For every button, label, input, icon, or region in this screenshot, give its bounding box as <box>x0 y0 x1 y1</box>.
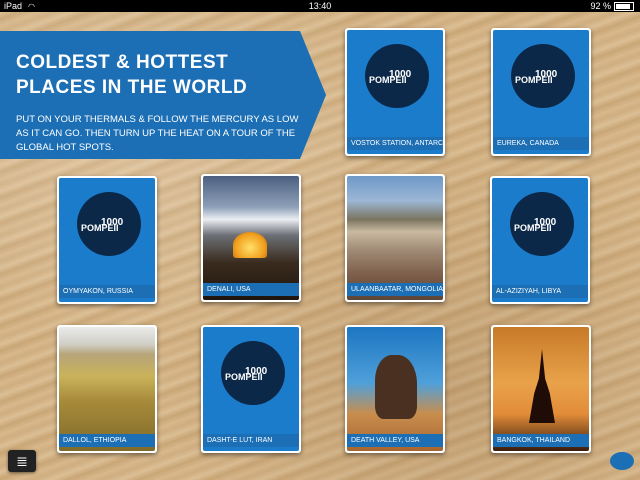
card-bangkok[interactable]: BANGKOK, THAILAND <box>491 325 591 453</box>
card-label: AL-AZIZIYAH, LIBYA <box>492 285 588 298</box>
tent-image <box>233 232 267 258</box>
card-label: OYMYAKON, RUSSIA <box>59 285 155 298</box>
page-title: COLDEST & HOTTEST PLACES IN THE WORLD <box>16 52 248 98</box>
cover-art-icon: POMPEII 1000 <box>221 341 285 405</box>
card-label: DENALI, USA <box>203 283 299 296</box>
card-label: DALLOL, ETHIOPIA <box>59 434 155 447</box>
cover-art-icon: POMPEII 1000 <box>77 192 141 256</box>
card-dasht-e-lut[interactable]: POMPEII 1000 DASHT-E LUT, IRAN <box>201 325 301 453</box>
card-label: DEATH VALLEY, USA <box>347 434 443 447</box>
card-ulaanbaatar[interactable]: ULAANBAATAR, MONGOLIA <box>345 174 445 302</box>
temple-image <box>529 349 555 423</box>
cover-art-icon: POMPEII 1000 <box>511 44 575 108</box>
card-eureka[interactable]: POMPEII 1000 EUREKA, CANADA <box>491 28 591 156</box>
card-al-aziziyah[interactable]: POMPEII 1000 AL-AZIZIYAH, LIBYA <box>490 176 590 304</box>
title-banner: COLDEST & HOTTEST PLACES IN THE WORLD PU… <box>0 31 326 159</box>
rock-image <box>375 355 417 419</box>
card-label: DASHT-E LUT, IRAN <box>203 434 299 447</box>
lonely-planet-logo <box>610 452 634 470</box>
status-bar: iPad ◠ 13:40 92 % <box>0 0 640 12</box>
card-death-valley[interactable]: DEATH VALLEY, USA <box>345 325 445 453</box>
card-oymyakon[interactable]: POMPEII 1000 OYMYAKON, RUSSIA <box>57 176 157 304</box>
card-label: VOSTOK STATION, ANTARCTICA <box>347 137 443 150</box>
page-description: PUT ON YOUR THERMALS & FOLLOW THE MERCUR… <box>16 114 299 153</box>
card-label: BANGKOK, THAILAND <box>493 434 589 447</box>
card-label: EUREKA, CANADA <box>493 137 589 150</box>
card-denali[interactable]: DENALI, USA <box>201 174 301 302</box>
status-time: 13:40 <box>308 1 332 11</box>
ulaanbaatar-photo: ULAANBAATAR, MONGOLIA <box>347 176 443 300</box>
cover-art-icon: POMPEII 1000 <box>365 44 429 108</box>
card-label: ULAANBAATAR, MONGOLIA <box>347 283 443 296</box>
dallol-photo: DALLOL, ETHIOPIA <box>59 327 155 451</box>
denali-photo: DENALI, USA <box>203 176 299 300</box>
card-vostok[interactable]: POMPEII1000 VOSTOK STATION, ANTARCTICA <box>345 28 445 156</box>
bangkok-photo: BANGKOK, THAILAND <box>493 327 589 451</box>
cover-art-icon: POMPEII 1000 <box>510 192 574 256</box>
battery-percent: 92 % <box>590 1 611 11</box>
death-valley-photo: DEATH VALLEY, USA <box>347 327 443 451</box>
battery-icon <box>614 2 634 12</box>
layers-icon[interactable]: ≣ <box>8 450 36 472</box>
card-dallol[interactable]: DALLOL, ETHIOPIA <box>57 325 157 453</box>
